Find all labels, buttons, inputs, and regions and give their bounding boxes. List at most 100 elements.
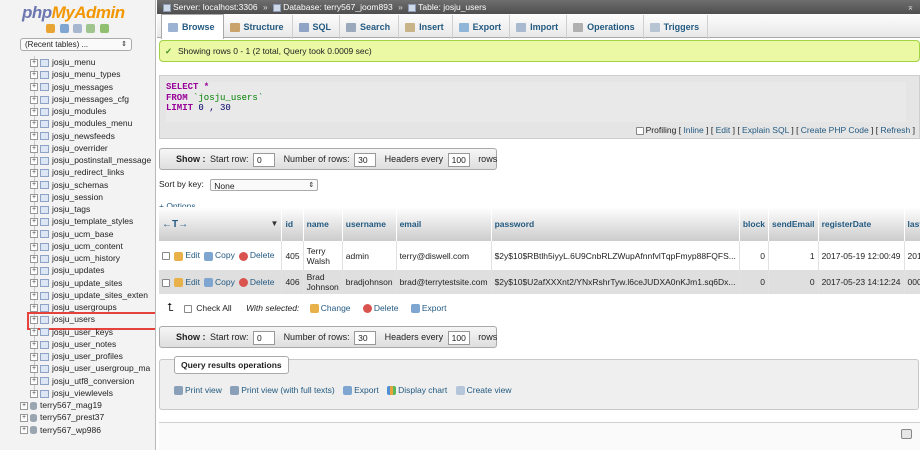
delete-row-button[interactable]: Delete [250, 277, 275, 287]
edit-row-button[interactable]: Edit [185, 250, 200, 260]
expand-icon[interactable]: + [30, 107, 38, 116]
sidebar-table-item[interactable]: + josju_tags [0, 203, 155, 215]
column-header[interactable]: sendEmail [768, 207, 819, 241]
expand-icon[interactable]: + [30, 205, 38, 214]
export-selected-button[interactable]: Export [422, 303, 447, 313]
breadcrumb-table[interactable]: Table: josju_users [418, 2, 486, 12]
sidebar-table-item[interactable]: + josju_user_profiles [0, 350, 155, 362]
cell-registerdate[interactable]: 2017-05-19 12:00:49 [818, 241, 905, 270]
tab-browse[interactable]: Browse [161, 14, 224, 39]
change-selected-button[interactable]: Change [321, 303, 351, 313]
expand-icon[interactable]: + [30, 95, 38, 104]
row-checkbox[interactable] [162, 252, 170, 261]
reload-icon[interactable] [99, 24, 109, 34]
cell-id[interactable]: 406 [281, 270, 304, 294]
column-header[interactable]: email [396, 207, 492, 241]
headers-every-input[interactable]: 100 [447, 152, 470, 167]
row-checkbox[interactable] [162, 278, 170, 287]
check-all-label[interactable]: Check All [196, 303, 231, 313]
sidebar-table-item[interactable]: + josju_user_usergroup_ma [0, 362, 155, 374]
edit-row-button[interactable]: Edit [185, 277, 200, 287]
sidebar-table-item[interactable]: + josju_utf8_conversion [0, 375, 155, 387]
print-view-full-link[interactable]: Print view (with full texts) [241, 385, 335, 395]
expand-icon[interactable]: + [30, 303, 38, 312]
sidebar-table-item[interactable]: + josju_update_sites [0, 277, 155, 289]
expand-icon[interactable]: + [30, 156, 38, 165]
expand-icon[interactable]: + [30, 120, 38, 128]
cell-password[interactable]: $2y$10$RBtlh5iyyL.6U9CnbRLZWupAfnnfvlTqp… [491, 241, 740, 270]
expand-icon[interactable]: + [30, 132, 38, 141]
expand-icon[interactable]: + [30, 267, 38, 275]
sidebar-table-item[interactable]: + josju_redirect_links [0, 166, 155, 178]
sidebar-table-item[interactable]: + josju_update_sites_exten [0, 289, 155, 301]
headers-every-input[interactable]: 100 [447, 330, 470, 345]
cell-sendemail[interactable]: 0 [768, 270, 819, 294]
phpmyadmin-logo[interactable]: phpMyAdmin [0, 0, 155, 22]
sidebar-table-item[interactable]: + josju_updates [0, 264, 155, 276]
sidebar-table-item[interactable]: + josju_menu [0, 56, 155, 68]
show-button[interactable]: Show : [176, 154, 206, 164]
expand-icon[interactable]: + [30, 328, 38, 337]
sidebar-table-item[interactable]: + josju_session [0, 191, 155, 203]
console-icon[interactable] [901, 429, 912, 439]
profiling-checkbox[interactable] [635, 126, 644, 135]
sidebar-table-item[interactable]: + josju_messages_cfg [0, 93, 155, 105]
sidebar-table-item[interactable]: + josju_menu_types [0, 68, 155, 80]
sidebar-table-item[interactable]: + josju_users [0, 312, 155, 331]
column-header[interactable]: block [739, 207, 770, 241]
collapse-menu-icon[interactable]: ⌅ [907, 0, 914, 14]
column-header[interactable]: registerDate [818, 207, 905, 241]
column-arrows-icon[interactable]: ←T→ [162, 219, 188, 230]
num-rows-input[interactable]: 30 [354, 330, 377, 345]
expand-icon[interactable]: + [20, 426, 28, 435]
inline-edit-link[interactable]: Inline [683, 125, 703, 135]
delete-selected-button[interactable]: Delete [374, 303, 399, 313]
start-row-input[interactable]: 0 [253, 152, 276, 167]
cell-sendemail[interactable]: 1 [768, 241, 819, 270]
breadcrumb-server[interactable]: Server: localhost:3306 [173, 2, 258, 12]
sidebar-database-item[interactable]: + terry567_prest37 [0, 411, 155, 423]
expand-icon[interactable]: + [30, 144, 38, 153]
display-chart-link[interactable]: Display chart [398, 385, 447, 395]
expand-icon[interactable]: + [30, 316, 38, 324]
recent-tables-select[interactable]: (Recent tables) ... ⇕ [20, 38, 132, 51]
query-window-icon[interactable] [73, 24, 82, 34]
edit-query-link[interactable]: Edit [716, 125, 731, 135]
sidebar-table-item[interactable]: + josju_ucm_history [0, 252, 155, 264]
sidebar-table-item[interactable]: + josju_user_notes [0, 338, 155, 350]
expand-icon[interactable]: + [30, 340, 38, 349]
cell-block[interactable]: 0 [739, 241, 770, 270]
cell-lastvisit[interactable]: 2017-05 [904, 241, 920, 270]
cell-id[interactable]: 405 [281, 241, 304, 270]
sidebar-database-item[interactable]: + terry567_wp986 [0, 424, 155, 436]
sidebar-table-item[interactable]: + josju_messages [0, 81, 155, 93]
expand-icon[interactable]: + [30, 377, 38, 386]
tab-import[interactable]: Import [510, 15, 568, 39]
sidebar-table-item[interactable]: + josju_viewlevels [0, 387, 155, 399]
expand-icon[interactable]: + [30, 279, 38, 288]
sidebar-table-item[interactable]: + josju_user_keys [0, 326, 155, 338]
sidebar-table-item[interactable]: + josju_template_styles [0, 215, 155, 227]
expand-icon[interactable]: + [30, 365, 38, 373]
tab-export[interactable]: Export [453, 15, 511, 39]
expand-icon[interactable]: + [20, 401, 28, 410]
sidebar-table-item[interactable]: + josju_schemas [0, 179, 155, 191]
show-button[interactable]: Show : [176, 332, 206, 342]
column-header[interactable]: password [491, 207, 740, 241]
column-header[interactable]: id [281, 207, 304, 241]
cell-email[interactable]: brad@terrytestsite.com [396, 270, 492, 294]
expand-icon[interactable]: + [30, 181, 38, 190]
cell-password[interactable]: $2y$10$U2afXXXnt2/YNxRshrTyw.l6ceJUDXA0n… [491, 270, 740, 294]
sidebar-table-item[interactable]: + josju_newsfeeds [0, 130, 155, 142]
expand-icon[interactable]: + [30, 83, 38, 92]
check-all-checkbox[interactable] [183, 304, 192, 313]
tab-operations[interactable]: Operations [567, 15, 644, 39]
docs-icon[interactable] [86, 24, 96, 34]
column-header[interactable]: lastvisit [904, 207, 920, 241]
expand-icon[interactable]: + [30, 58, 38, 67]
expand-icon[interactable]: + [30, 254, 38, 263]
cell-username[interactable]: admin [342, 241, 397, 270]
cell-name[interactable]: Terry Walsh [303, 241, 343, 270]
sidebar-table-item[interactable]: + josju_ucm_content [0, 240, 155, 252]
print-view-link[interactable]: Print view [185, 385, 222, 395]
